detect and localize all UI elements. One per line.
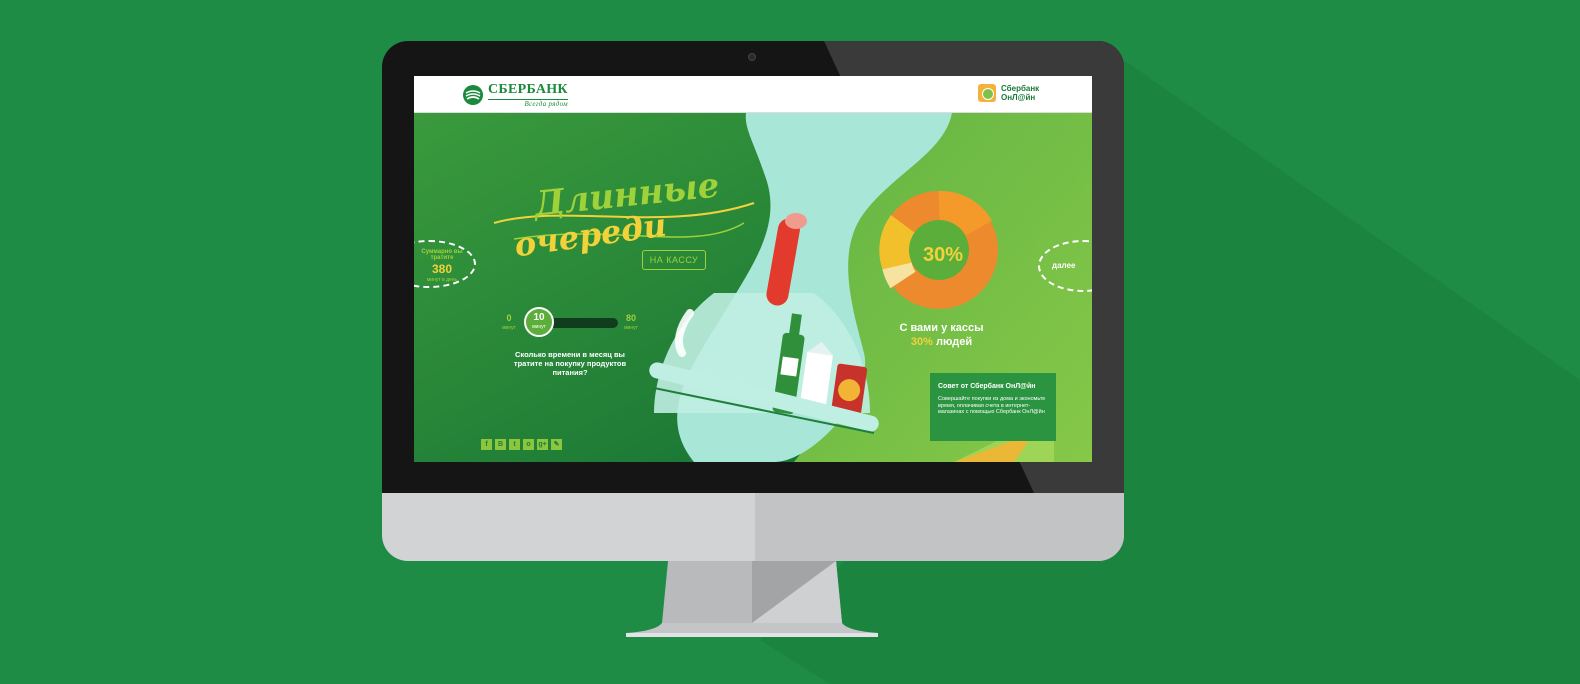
sberbank-online-link[interactable]: Сбербанк ОнЛ@йн bbox=[978, 84, 1039, 102]
sberbank-logo[interactable]: СБЕРБАНК Всегда рядом bbox=[462, 82, 568, 109]
slider-question: Сколько времени в месяц вы тратите на по… bbox=[513, 350, 627, 377]
facebook-icon[interactable]: f bbox=[481, 439, 492, 450]
livejournal-icon[interactable]: ✎ bbox=[551, 439, 562, 450]
camera-icon bbox=[748, 53, 756, 61]
total-time-value: 380 bbox=[431, 262, 453, 276]
stat-line2-rest: людей bbox=[932, 336, 973, 348]
sberbank-logo-icon bbox=[463, 85, 483, 105]
main-illustration: Длинные очереди НА КАССУ Суммарно вы тра… bbox=[414, 113, 1092, 462]
slider-current-unit: минут bbox=[532, 324, 546, 330]
social-links: f B t o g+ ✎ bbox=[481, 439, 562, 450]
next-button-label[interactable]: далее bbox=[1052, 261, 1075, 270]
chin-shade bbox=[755, 493, 1124, 561]
monitor-chin bbox=[382, 493, 1124, 561]
tip-title: Совет от Сбербанк ОнЛ@йн bbox=[938, 383, 1036, 390]
slider-min-value: 0 bbox=[506, 313, 512, 323]
sberbank-online-icon bbox=[978, 84, 996, 102]
donut-percent-label: 30% bbox=[922, 244, 964, 266]
total-time-unit: минут в день bbox=[426, 277, 458, 283]
monitor-stand bbox=[626, 561, 878, 637]
odnoklassniki-icon[interactable]: o bbox=[523, 439, 534, 450]
hero-title-tag: НА КАССУ bbox=[642, 250, 706, 270]
online-line2: ОнЛ@йн bbox=[1001, 93, 1036, 102]
brand-name: СБЕРБАНК bbox=[488, 82, 568, 97]
stat-line2: 30% людей bbox=[884, 336, 999, 348]
vkontakte-icon[interactable]: B bbox=[495, 439, 506, 450]
stat-line2-percent: 30% bbox=[910, 336, 933, 348]
total-time-label: Суммарно вы тратите bbox=[421, 249, 463, 261]
slider-min-unit: минут bbox=[502, 325, 516, 331]
site-header: СБЕРБАНК Всегда рядом Сбербанк ОнЛ@йн bbox=[414, 76, 1092, 113]
slider-max-unit: минут bbox=[624, 325, 638, 331]
website-screen: СБЕРБАНК Всегда рядом Сбербанк ОнЛ@йн Дл… bbox=[414, 76, 1092, 462]
google-plus-icon[interactable]: g+ bbox=[537, 439, 548, 450]
online-line1: Сбербанк bbox=[1001, 84, 1040, 93]
twitter-icon[interactable]: t bbox=[509, 439, 520, 450]
brand-slogan: Всегда рядом bbox=[488, 99, 568, 109]
tip-text: Совершайте покупки из дома и экономьте в… bbox=[938, 396, 1046, 415]
slider-current-value: 10 bbox=[533, 312, 545, 323]
time-slider-track[interactable] bbox=[544, 318, 618, 328]
time-slider-handle[interactable]: 10 минут bbox=[524, 307, 554, 337]
slider-max-value: 80 bbox=[625, 313, 636, 323]
stat-line1: С вами у кассы bbox=[899, 322, 984, 334]
